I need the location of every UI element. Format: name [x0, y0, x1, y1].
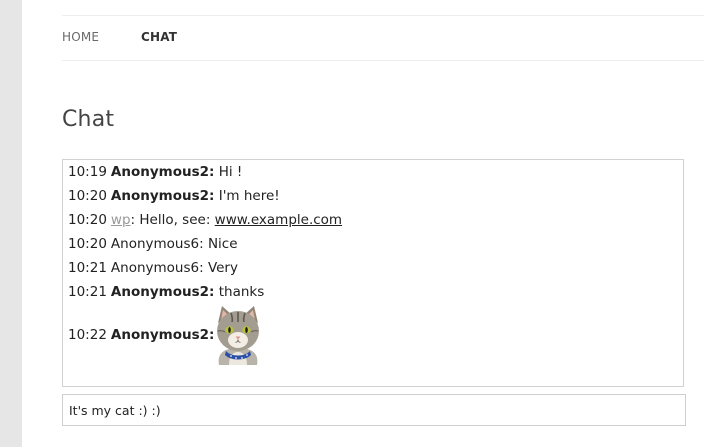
page-title: Chat	[62, 107, 115, 132]
message-time: 10:22	[68, 327, 107, 343]
chat-message: 10:22 Anonymous2:	[68, 326, 214, 344]
chat-log[interactable]: 10:19 Anonymous2: Hi ! 10:20 Anonymous2: I…	[62, 159, 684, 387]
message-user: Anonymous2:	[110, 327, 215, 343]
message-text: Hi !	[218, 164, 243, 180]
chat-message: 10:21 Anonymous2: thanks	[68, 283, 264, 301]
message-text: thanks	[218, 284, 265, 300]
chat-message-input[interactable]	[62, 394, 686, 426]
message-url-link[interactable]: www.example.com	[215, 212, 342, 228]
message-text: Nice	[207, 236, 238, 252]
nav-chat[interactable]: CHAT	[141, 30, 177, 44]
chat-message: 10:20 wp: Hello, see: www.example.com	[68, 211, 342, 229]
message-time: 10:20	[68, 188, 107, 204]
message-text: : Hello, see:	[130, 212, 215, 228]
message-time: 10:21	[68, 260, 107, 276]
message-time: 10:20	[68, 212, 107, 228]
message-text: Very	[207, 260, 238, 276]
message-text: I'm here!	[218, 188, 280, 204]
cat-photo	[217, 306, 259, 365]
nav-home[interactable]: HOME	[62, 30, 99, 44]
main-nav: HOME CHAT	[62, 27, 704, 61]
message-time: 10:19	[68, 164, 107, 180]
chat-message: 10:21 Anonymous6: Very	[68, 259, 238, 277]
chat-message: 10:20 Anonymous6: Nice	[68, 235, 238, 253]
header-divider	[62, 15, 704, 16]
chat-message: 10:20 Anonymous2: I'm here!	[68, 187, 280, 205]
message-user: Anonymous2:	[110, 164, 215, 180]
message-user: Anonymous6:	[110, 260, 204, 276]
message-user: Anonymous6:	[110, 236, 204, 252]
message-user: Anonymous2:	[110, 188, 215, 204]
message-time: 10:21	[68, 284, 107, 300]
message-time: 10:20	[68, 236, 107, 252]
message-user: Anonymous2:	[110, 284, 215, 300]
message-user-link[interactable]: wp	[111, 212, 131, 228]
page: HOME CHAT Chat 10:19 Anonymous2: Hi ! 10:…	[22, 0, 704, 447]
chat-message: 10:19 Anonymous2: Hi !	[68, 163, 242, 181]
